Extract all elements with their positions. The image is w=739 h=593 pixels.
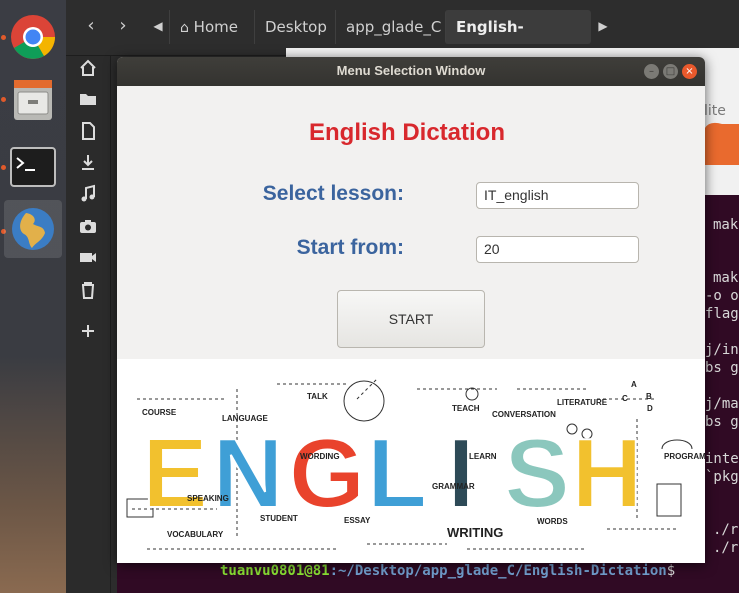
terminal-line: j/in: [705, 342, 739, 358]
breadcrumb-desktop[interactable]: Desktop: [254, 10, 335, 44]
banner-word: VOCABULARY: [167, 530, 224, 539]
menu-selection-window: Menu Selection Window – □ × English Dict…: [117, 57, 705, 563]
maximize-button[interactable]: □: [663, 64, 678, 79]
breadcrumb-english-dictation[interactable]: English-Dictation: [445, 10, 591, 70]
app-heading: English Dictation: [308, 119, 505, 146]
banner-word: D: [647, 404, 653, 413]
banner-word: TALK: [307, 392, 328, 401]
chevron-left-icon: ‹: [87, 15, 95, 36]
file-label: lite: [704, 103, 726, 119]
banner-word: LITERATURE: [557, 398, 608, 407]
breadcrumb-label: Home: [193, 18, 238, 36]
banner-word: A: [631, 380, 637, 389]
banner-word: SPEAKING: [187, 494, 229, 503]
terminal-line: ./r: [713, 522, 739, 538]
banner-word: ESSAY: [344, 516, 371, 525]
breadcrumb-scroll-left[interactable]: ◀: [148, 10, 168, 42]
triangle-right-icon: ▶: [598, 19, 608, 33]
banner-word: WORDING: [300, 452, 340, 461]
maximize-icon: □: [665, 66, 676, 77]
banner-word: C: [622, 394, 628, 403]
minimize-icon: –: [649, 66, 654, 77]
home-icon: ⌂: [180, 20, 189, 36]
terminal-window[interactable]: mak mak -o o flag j/in bs g j/ma bs g inte `pkg ./…: [704, 195, 739, 593]
start-button[interactable]: START: [337, 290, 485, 348]
terminal-line: mak: [713, 217, 739, 233]
window-title: Menu Selection Window: [336, 63, 486, 78]
add-icon[interactable]: [78, 321, 98, 341]
terminal-line: ./r: [713, 540, 739, 556]
start-from-input[interactable]: 20: [476, 236, 639, 263]
breadcrumb-app-glade-c[interactable]: app_glade_C: [335, 10, 443, 44]
file-icon: [704, 122, 739, 165]
breadcrumb-label: Desktop: [265, 18, 327, 36]
banner-word: PROGRAM: [664, 452, 705, 461]
banner-word: WRITING: [447, 525, 503, 540]
terminal-prompt: tuanvu0801@81:~/Desktop/app_glade_C/Engl…: [220, 563, 675, 579]
terminal-line: -o o: [705, 288, 739, 304]
terminal-line: bs g: [705, 360, 739, 376]
english-illustration: ENGLISH COURSE LANGUAGE TALK TEACH CONVERSAT…: [126, 378, 705, 550]
minimize-button[interactable]: –: [644, 64, 659, 79]
lesson-label: Select lesson:: [262, 182, 404, 205]
banner-letter: N: [213, 418, 284, 528]
banner-word: GRAMMAR: [432, 482, 475, 491]
banner-word: TEACH: [452, 404, 480, 413]
video-icon[interactable]: [78, 247, 98, 267]
terminal-line: j/ma: [705, 396, 739, 412]
banner-word: COURSE: [142, 408, 177, 417]
forward-button[interactable]: ›: [108, 10, 138, 42]
terminal-line: `pkg: [705, 469, 739, 485]
window-titlebar[interactable]: Menu Selection Window – □ ×: [117, 57, 705, 86]
home-icon[interactable]: [78, 58, 98, 78]
banner-letter: E: [142, 418, 207, 528]
close-button[interactable]: ×: [682, 64, 697, 79]
browser-launcher[interactable]: [4, 200, 62, 258]
file-manager-sidebar: [66, 0, 111, 593]
terminal-line: flag: [705, 306, 739, 322]
music-icon[interactable]: [78, 184, 98, 204]
banner-letter: L: [367, 418, 427, 528]
back-button[interactable]: ‹: [76, 10, 106, 42]
breadcrumb-scroll-right[interactable]: ▶: [593, 10, 613, 42]
prompt-symbol: $: [666, 563, 676, 579]
banner-letter: I: [447, 418, 474, 528]
english-banner-image: ENGLISH COURSE LANGUAGE TALK TEACH CONVERSAT…: [117, 359, 705, 563]
prompt-path: :~/Desktop/app_glade_C/English-Dictation: [329, 563, 667, 579]
file-cabinet-icon: [14, 80, 52, 120]
chrome-icon: [11, 15, 55, 59]
folder-icon[interactable]: [78, 89, 98, 109]
banner-letter: H: [572, 418, 643, 528]
chrome-launcher[interactable]: [4, 8, 62, 66]
close-icon: ×: [685, 66, 694, 77]
files-launcher[interactable]: [4, 70, 62, 128]
terminal-icon: [10, 147, 56, 187]
banner-letter: S: [504, 418, 569, 528]
terminal-launcher[interactable]: [4, 138, 62, 196]
banner-word: LEARN: [469, 452, 497, 461]
terminal-line: bs g: [705, 414, 739, 430]
banner-word: LANGUAGE: [222, 414, 268, 423]
prompt-user: tuanvu0801@81: [220, 563, 330, 579]
banner-word: CONVERSATION: [492, 410, 556, 419]
globe-icon: [12, 208, 54, 250]
breadcrumb-label: app_glade_C: [346, 18, 442, 36]
launcher-dock: [0, 0, 66, 593]
chevron-right-icon: ›: [119, 15, 127, 36]
banner-word: B: [646, 392, 652, 401]
terminal-line: mak: [713, 270, 739, 286]
banner-word: STUDENT: [260, 514, 298, 523]
terminal-line: inte: [705, 451, 739, 467]
trash-icon[interactable]: [78, 280, 98, 300]
document-icon[interactable]: [78, 121, 98, 141]
start-from-label: Start from:: [296, 236, 404, 259]
breadcrumb-home[interactable]: ⌂ Home: [169, 10, 254, 44]
banner-letter: G: [289, 418, 365, 528]
download-icon[interactable]: [78, 152, 98, 172]
lesson-input[interactable]: IT_english: [476, 182, 639, 209]
triangle-left-icon: ◀: [153, 19, 163, 33]
banner-word: WORDS: [537, 517, 568, 526]
camera-icon[interactable]: [78, 216, 98, 236]
